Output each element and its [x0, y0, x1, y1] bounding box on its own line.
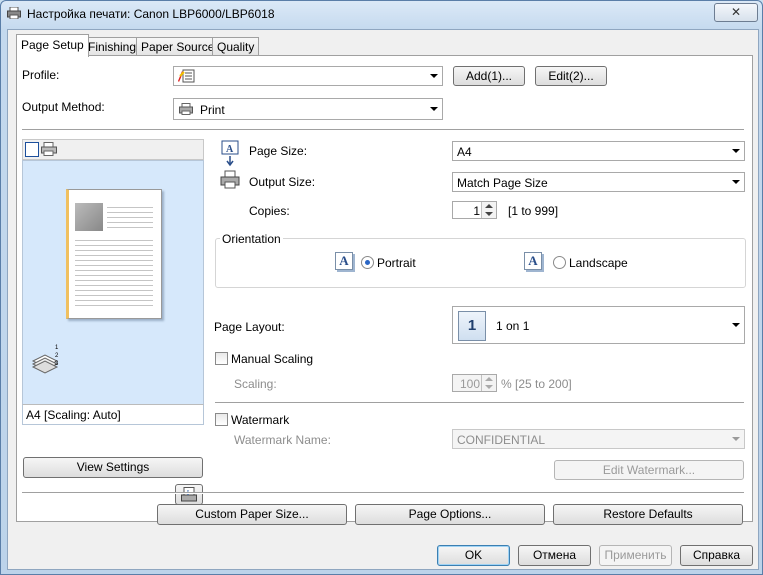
profile-add-button[interactable]: Add(1)...: [453, 66, 525, 86]
custom-paper-size-button[interactable]: Custom Paper Size...: [157, 504, 347, 525]
copies-label: Copies:: [249, 204, 290, 218]
page-size-value: A4: [457, 145, 472, 159]
copies-range: [1 to 999]: [508, 204, 559, 218]
text-lines: [107, 203, 153, 231]
dialog-client-area: Page Setup Finishing Paper Source Qualit…: [7, 29, 759, 570]
printer-icon: [7, 7, 21, 19]
collate-icon: 1 2 3: [31, 345, 59, 374]
separator: [22, 129, 744, 131]
page-options-button[interactable]: Page Options...: [355, 504, 545, 525]
chevron-down-icon: [732, 437, 740, 441]
window-title: Настройка печати: Canon LBP6000/LBP6018: [27, 7, 275, 21]
separator: [22, 492, 744, 494]
spin-arrows-icon[interactable]: [481, 375, 496, 391]
manual-scaling-label[interactable]: Manual Scaling: [231, 352, 313, 366]
preview-toolbar: [22, 139, 204, 160]
page-layout-value: 1 on 1: [496, 319, 530, 333]
printer-view-icon[interactable]: [41, 142, 57, 156]
apply-button[interactable]: Применить: [599, 545, 672, 566]
printer-info-button[interactable]: i: [175, 484, 203, 505]
layout-1on1-icon: 1: [458, 311, 486, 341]
tab-finishing[interactable]: Finishing: [83, 37, 142, 56]
output-method-dropdown[interactable]: Print: [173, 98, 443, 120]
printer-info-icon: i: [181, 487, 197, 502]
watermark-name-value: CONFIDENTIAL: [457, 433, 546, 447]
page-preview: 1 2 3: [22, 160, 204, 405]
page-setup-panel: Profile: Add(1)... Edit(2)... Output Met…: [16, 55, 753, 522]
watermark-name-dropdown[interactable]: CONFIDENTIAL: [452, 429, 745, 449]
scaling-value: 100: [459, 377, 480, 391]
output-method-label: Output Method:: [22, 100, 105, 114]
printer-icon: [179, 103, 193, 115]
profile-icon: [178, 69, 195, 83]
tab-quality[interactable]: Quality: [212, 37, 260, 56]
page-size-icon: A: [221, 140, 239, 167]
image-placeholder: [75, 203, 103, 231]
output-size-icon: [220, 170, 240, 189]
orientation-label: Orientation: [220, 232, 283, 246]
profile-label: Profile:: [22, 68, 60, 82]
watermark-name-label: Watermark Name:: [234, 433, 331, 447]
preview-status-bar: A4 [Scaling: Auto]: [22, 404, 204, 425]
page-layout-label: Page Layout:: [214, 320, 285, 334]
scaling-stepper[interactable]: 100: [452, 374, 497, 392]
svg-text:3: 3: [55, 361, 59, 367]
portrait-radio[interactable]: [361, 256, 374, 269]
edit-watermark-button[interactable]: Edit Watermark...: [554, 460, 744, 480]
output-size-dropdown[interactable]: Match Page Size: [452, 172, 745, 192]
cancel-button[interactable]: Отмена: [518, 545, 591, 566]
chevron-down-icon: [732, 323, 740, 327]
profile-dropdown[interactable]: [173, 66, 443, 86]
spin-arrows-icon[interactable]: [481, 202, 496, 218]
view-settings-button[interactable]: View Settings: [23, 457, 203, 478]
portrait-icon: A: [335, 252, 353, 270]
svg-text:A: A: [226, 144, 234, 155]
close-button[interactable]: ✕: [714, 3, 758, 22]
copies-stepper[interactable]: 1: [452, 201, 497, 219]
help-button[interactable]: Справка: [680, 545, 753, 566]
orientation-group: [215, 238, 746, 288]
manual-scaling-checkbox[interactable]: [215, 352, 228, 365]
output-size-value: Match Page Size: [457, 176, 548, 190]
separator: [215, 402, 744, 404]
portrait-label[interactable]: Portrait: [377, 256, 416, 270]
chevron-down-icon: [732, 149, 740, 153]
text-lines: [75, 236, 153, 310]
page-layout-dropdown[interactable]: 1 1 on 1: [452, 306, 745, 344]
svg-text:1: 1: [55, 345, 59, 351]
landscape-label[interactable]: Landscape: [569, 256, 628, 270]
print-settings-window: Настройка печати: Canon LBP6000/LBP6018 …: [0, 0, 763, 575]
title-bar[interactable]: Настройка печати: Canon LBP6000/LBP6018 …: [1, 1, 762, 27]
preview-status: A4 [Scaling: Auto]: [26, 408, 121, 422]
svg-text:2: 2: [55, 353, 59, 359]
page-size-dropdown[interactable]: A4: [452, 141, 745, 161]
tab-paper-source[interactable]: Paper Source: [136, 37, 220, 56]
watermark-label[interactable]: Watermark: [231, 413, 289, 427]
tab-page-setup[interactable]: Page Setup: [16, 34, 89, 57]
chevron-down-icon: [732, 180, 740, 184]
restore-defaults-button[interactable]: Restore Defaults: [553, 504, 743, 525]
scaling-label: Scaling:: [234, 377, 277, 391]
output-size-label: Output Size:: [249, 175, 316, 189]
page-view-icon[interactable]: [25, 142, 39, 157]
scaling-range: % [25 to 200]: [501, 377, 572, 391]
profile-edit-button[interactable]: Edit(2)...: [535, 66, 607, 86]
page-thumbnail: [66, 189, 162, 319]
chevron-down-icon: [430, 107, 438, 111]
landscape-icon: A: [524, 252, 542, 270]
output-method-value: Print: [200, 103, 225, 117]
page-size-label: Page Size:: [249, 144, 308, 158]
close-icon: ✕: [730, 5, 742, 19]
ok-button[interactable]: OK: [437, 545, 510, 566]
landscape-radio[interactable]: [553, 256, 566, 269]
watermark-checkbox[interactable]: [215, 413, 228, 426]
copies-value: 1: [473, 204, 480, 218]
chevron-down-icon: [430, 74, 438, 78]
